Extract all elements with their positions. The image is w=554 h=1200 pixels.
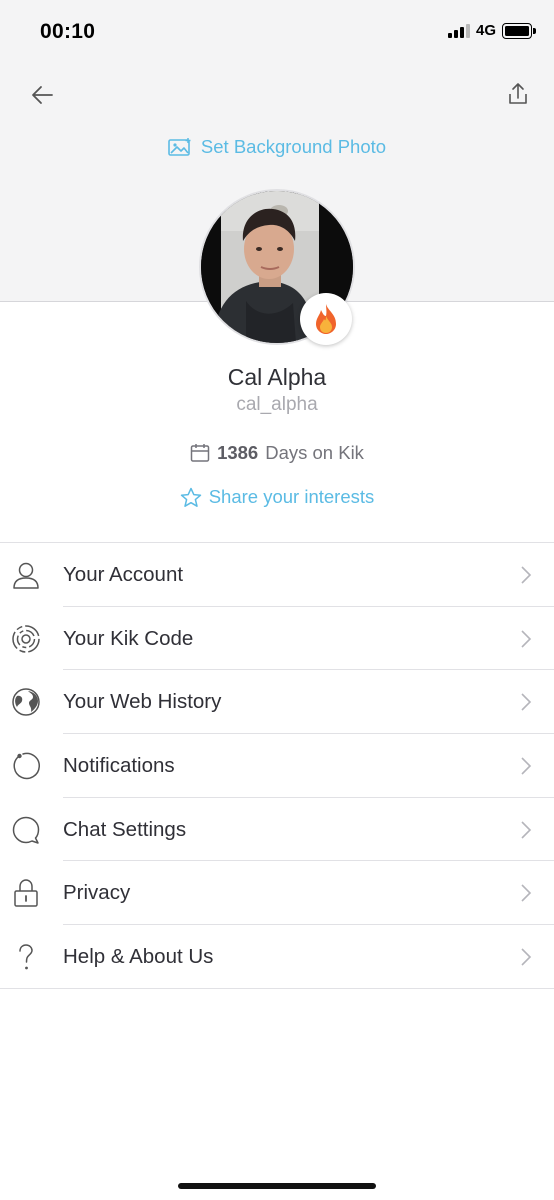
back-button[interactable]	[28, 80, 58, 110]
menu-label: Chat Settings	[63, 817, 187, 841]
chevron-right-icon	[521, 630, 532, 648]
menu-item-help-about-us[interactable]: Help & About Us	[0, 925, 554, 989]
chevron-right-icon	[521, 693, 532, 711]
battery-icon	[502, 22, 536, 39]
set-background-label: Set Background Photo	[200, 136, 387, 157]
fire-icon	[316, 304, 336, 334]
globe-icon	[12, 688, 40, 717]
menu-item-your-web-history[interactable]: Your Web History	[0, 670, 554, 735]
share-icon	[509, 83, 527, 104]
menu-label: Your Account	[63, 562, 184, 586]
share-interests-label: Share your interests	[208, 486, 375, 507]
fire-badge[interactable]	[300, 293, 352, 345]
calendar-icon	[190, 444, 210, 462]
chat-bubble-icon	[12, 816, 40, 844]
chevron-right-icon	[521, 821, 532, 839]
question-icon	[19, 944, 33, 970]
signal-icon	[447, 23, 470, 38]
menu-label: Help & About Us	[63, 944, 214, 968]
kik-code-icon	[12, 624, 40, 653]
menu-label: Privacy	[63, 881, 131, 905]
chevron-right-icon	[521, 948, 532, 966]
back-arrow-icon	[32, 86, 53, 104]
menu-label: Your Kik Code	[63, 626, 194, 650]
menu-item-notifications[interactable]: Notifications	[0, 734, 554, 798]
lock-icon	[14, 879, 38, 908]
days-count: 1386	[217, 442, 259, 463]
menu-item-chat-settings[interactable]: Chat Settings	[0, 798, 554, 862]
menu-label: Notifications	[63, 753, 175, 777]
share-button[interactable]	[504, 80, 532, 108]
person-icon	[13, 562, 39, 589]
status-time: 00:10	[40, 20, 96, 43]
display-name: Cal Alpha	[227, 364, 327, 390]
settings-menu: Your Account Your Kik Code Your Web Hist…	[0, 542, 554, 989]
menu-label: Your Web History	[63, 690, 222, 714]
chevron-right-icon	[521, 566, 532, 584]
notification-ring-icon	[13, 752, 40, 780]
username: cal_alpha	[236, 394, 318, 415]
status-bar: 00:10 4G	[0, 0, 554, 64]
image-icon	[168, 138, 191, 156]
chevron-right-icon	[521, 884, 532, 903]
days-on-kik: 1386 Days on Kik	[0, 442, 554, 464]
menu-item-your-account[interactable]: Your Account	[0, 543, 554, 607]
network-type: 4G	[475, 22, 496, 39]
menu-item-privacy[interactable]: Privacy	[0, 861, 554, 926]
share-interests-button[interactable]: Share your interests	[0, 486, 554, 508]
days-suffix: Days on Kik	[265, 442, 364, 463]
chevron-right-icon	[521, 757, 532, 775]
menu-item-your-kik-code[interactable]: Your Kik Code	[0, 607, 554, 671]
status-indicators: 4G	[447, 22, 536, 39]
set-background-photo-button[interactable]: Set Background Photo	[0, 136, 554, 158]
home-indicator[interactable]	[178, 1183, 376, 1189]
star-icon	[180, 487, 201, 507]
